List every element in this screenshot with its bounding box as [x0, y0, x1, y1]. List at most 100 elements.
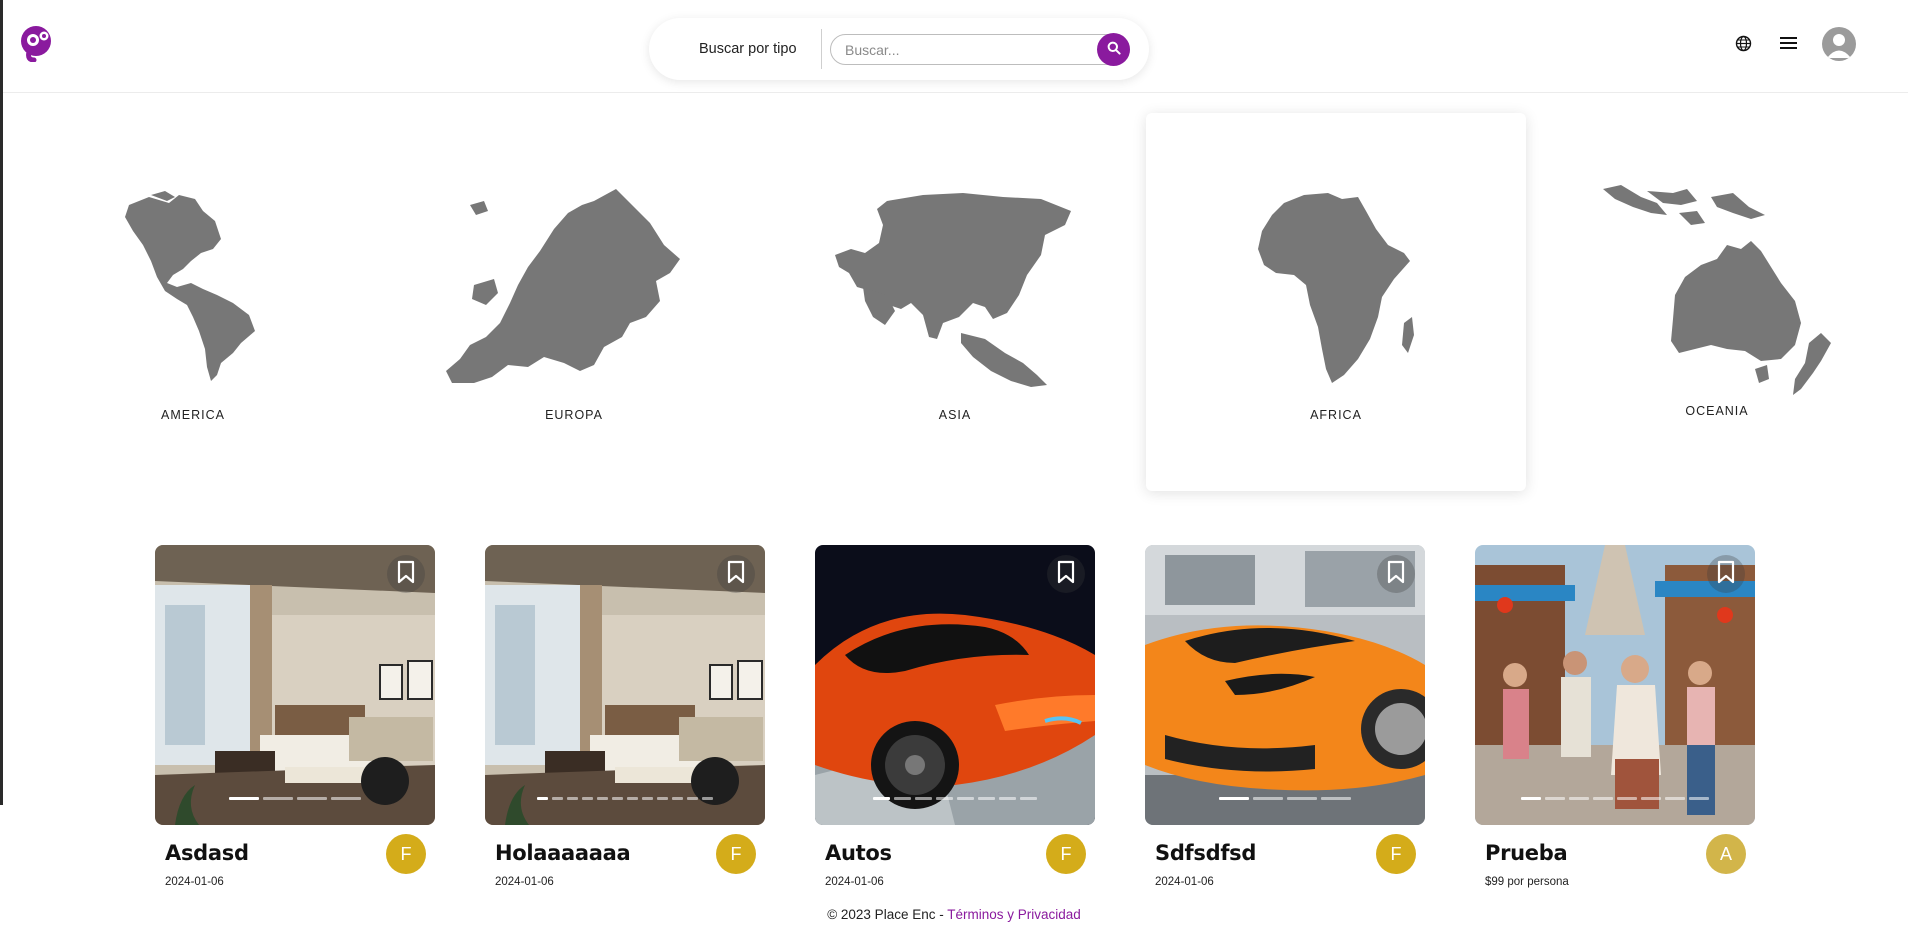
oceania-map-icon — [1603, 185, 1831, 395]
carousel-dot[interactable] — [263, 797, 293, 800]
carousel-dot[interactable] — [702, 797, 713, 800]
listing-card[interactable]: Asdasd 2024-01-06 F — [155, 545, 435, 888]
search-divider — [821, 29, 822, 69]
continent-asia[interactable]: ASIA — [765, 113, 1145, 491]
carousel-dot[interactable] — [873, 797, 890, 800]
continent-label: AMERICA — [161, 408, 225, 422]
user-avatar-icon[interactable] — [1822, 27, 1856, 61]
carousel-dot[interactable] — [1020, 797, 1037, 800]
listing-image[interactable] — [155, 545, 435, 825]
bookmark-button[interactable] — [1377, 555, 1415, 593]
listing-date: 2024-01-06 — [825, 876, 884, 888]
bookmark-icon — [1717, 560, 1735, 589]
listing-image[interactable] — [485, 545, 765, 825]
listing-title[interactable]: Asdasd — [165, 841, 249, 865]
continent-label: AFRICA — [1310, 408, 1362, 422]
bookmark-button[interactable] — [1707, 555, 1745, 593]
listing-card[interactable]: Sdfsdfsd 2024-01-06 F — [1145, 545, 1425, 888]
listing-image[interactable] — [815, 545, 1095, 825]
search-icon — [1107, 41, 1121, 58]
language-globe-icon[interactable] — [1732, 32, 1754, 54]
continent-label: ASIA — [938, 408, 972, 422]
carousel-dot[interactable] — [567, 797, 578, 800]
carousel-dot[interactable] — [1569, 797, 1589, 800]
carousel-dot[interactable] — [978, 797, 995, 800]
bookmark-icon — [1057, 560, 1075, 589]
carousel-dot[interactable] — [537, 797, 548, 800]
carousel-dot[interactable] — [627, 797, 638, 800]
continent-oceania[interactable]: OCEANIA — [1527, 113, 1907, 491]
listing-card[interactable]: Prueba $99 por persona A — [1475, 545, 1755, 888]
listing-image[interactable] — [1475, 545, 1755, 825]
hamburger-menu-icon[interactable] — [1777, 32, 1799, 54]
continent-america[interactable]: AMERICA — [3, 113, 383, 491]
carousel-dot[interactable] — [1593, 797, 1613, 800]
bookmark-icon — [397, 560, 415, 589]
image-carousel-dots — [155, 797, 435, 800]
footer-text: © 2023 Place Enc - Términos y Privacidad — [0, 907, 1908, 922]
bookmark-icon — [1387, 560, 1405, 589]
owner-avatar-badge[interactable]: A — [1706, 834, 1746, 874]
owner-avatar-badge[interactable]: F — [386, 834, 426, 874]
carousel-dot[interactable] — [1665, 797, 1685, 800]
carousel-dot[interactable] — [612, 797, 623, 800]
carousel-dot[interactable] — [297, 797, 327, 800]
copyright-text: © 2023 Place Enc - — [827, 907, 948, 922]
app-logo[interactable] — [19, 24, 57, 63]
listing-card[interactable]: Holaaaaaaa 2024-01-06 F — [485, 545, 765, 888]
owner-avatar-badge[interactable]: F — [1376, 834, 1416, 874]
carousel-dot[interactable] — [597, 797, 608, 800]
carousel-dot[interactable] — [1219, 797, 1249, 800]
footer: © 2023 Place Enc - Términos y Privacidad — [0, 893, 1908, 940]
carousel-dot[interactable] — [657, 797, 668, 800]
carousel-dot[interactable] — [1253, 797, 1283, 800]
owner-avatar-badge[interactable]: F — [1046, 834, 1086, 874]
carousel-dot[interactable] — [229, 797, 259, 800]
carousel-dot[interactable] — [687, 797, 698, 800]
owner-avatar-badge[interactable]: F — [716, 834, 756, 874]
america-map-icon — [125, 191, 255, 381]
bookmark-button[interactable] — [717, 555, 755, 593]
image-carousel-dots — [1475, 797, 1755, 800]
carousel-dot[interactable] — [915, 797, 932, 800]
africa-map-icon — [1258, 193, 1414, 383]
carousel-dot[interactable] — [1321, 797, 1351, 800]
top-navbar: Buscar por tipo — [3, 0, 1908, 93]
listing-title[interactable]: Sdfsdfsd — [1155, 841, 1256, 865]
carousel-dot[interactable] — [936, 797, 953, 800]
carousel-dot[interactable] — [331, 797, 361, 800]
terms-privacy-link[interactable]: Términos y Privacidad — [947, 907, 1081, 922]
carousel-dot[interactable] — [1287, 797, 1317, 800]
bookmark-button[interactable] — [1047, 555, 1085, 593]
carousel-dot[interactable] — [582, 797, 593, 800]
listing-title[interactable]: Holaaaaaaa — [495, 841, 631, 865]
asia-map-icon — [835, 193, 1071, 387]
carousel-dot[interactable] — [1641, 797, 1661, 800]
search-button[interactable] — [1097, 33, 1130, 66]
carousel-dot[interactable] — [1689, 797, 1709, 800]
bookmark-button[interactable] — [387, 555, 425, 593]
carousel-dot[interactable] — [1521, 797, 1541, 800]
europe-map-icon — [446, 189, 680, 383]
carousel-dot[interactable] — [894, 797, 911, 800]
image-carousel-dots — [485, 797, 765, 800]
carousel-dot[interactable] — [1617, 797, 1637, 800]
carousel-dot[interactable] — [672, 797, 683, 800]
continent-europa[interactable]: EUROPA — [384, 113, 764, 491]
search-input[interactable] — [830, 34, 1130, 65]
continent-africa[interactable]: AFRICA — [1146, 113, 1526, 491]
carousel-dot[interactable] — [552, 797, 563, 800]
listing-card[interactable]: Autos 2024-01-06 F — [815, 545, 1095, 888]
listing-title[interactable]: Autos — [825, 841, 892, 865]
image-carousel-dots — [815, 797, 1095, 800]
search-by-type-button[interactable]: Buscar por tipo — [699, 41, 797, 57]
image-carousel-dots — [1145, 797, 1425, 800]
listing-title[interactable]: Prueba — [1485, 841, 1568, 865]
listing-date: 2024-01-06 — [165, 876, 224, 888]
carousel-dot[interactable] — [957, 797, 974, 800]
carousel-dot[interactable] — [999, 797, 1016, 800]
carousel-dot[interactable] — [1545, 797, 1565, 800]
listing-image[interactable] — [1145, 545, 1425, 825]
carousel-dot[interactable] — [642, 797, 653, 800]
continent-label: OCEANIA — [1685, 404, 1749, 418]
